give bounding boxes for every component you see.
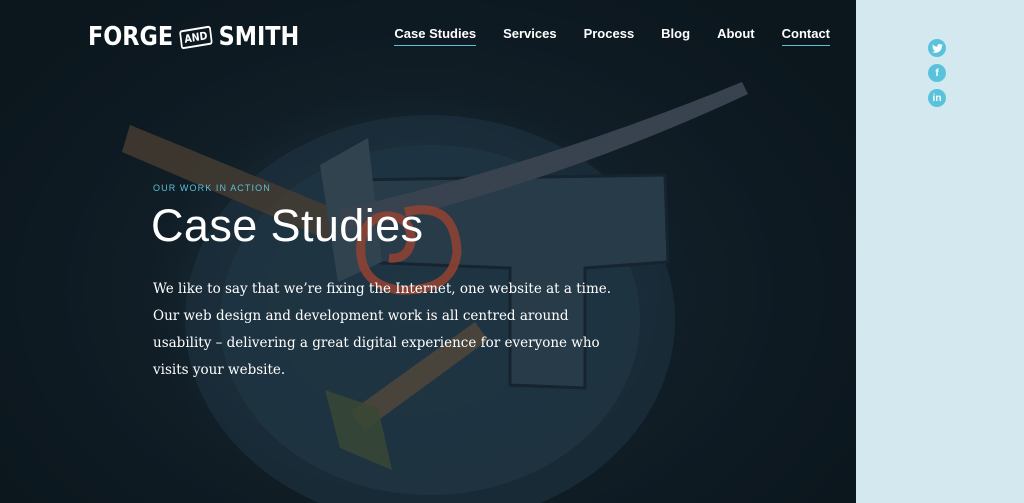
site-logo[interactable]: FORGE AND SMITH: [88, 20, 299, 54]
main-navigation: Case Studies Services Process Blog About…: [367, 26, 830, 46]
facebook-icon[interactable]: f: [928, 64, 946, 82]
linkedin-glyph: in: [932, 92, 942, 104]
social-links: f in: [928, 39, 946, 107]
nav-link-blog[interactable]: Blog: [661, 26, 690, 46]
logo-word-forge: FORGE: [88, 22, 174, 52]
hero-eyebrow: OUR WORK IN ACTION: [153, 183, 271, 193]
twitter-icon[interactable]: [928, 39, 946, 57]
nav-link-services[interactable]: Services: [503, 26, 557, 46]
nav-link-about[interactable]: About: [717, 26, 755, 46]
hero-section: FORGE AND SMITH Case Studies Services Pr…: [0, 0, 856, 503]
hero-intro-text: We like to say that we’re fixing the Int…: [153, 281, 612, 378]
twitter-bird-glyph: [931, 43, 943, 53]
nav-link-contact[interactable]: Contact: [781, 26, 830, 46]
page-title: Case Studies: [151, 200, 424, 251]
facebook-glyph: f: [935, 67, 939, 79]
logo-word-smith: SMITH: [218, 22, 300, 52]
nav-link-process[interactable]: Process: [584, 26, 635, 46]
linkedin-icon[interactable]: in: [928, 89, 946, 107]
logo-word-and: AND: [179, 25, 213, 49]
hero-overlay: [0, 0, 856, 503]
nav-link-case-studies[interactable]: Case Studies: [394, 26, 477, 46]
